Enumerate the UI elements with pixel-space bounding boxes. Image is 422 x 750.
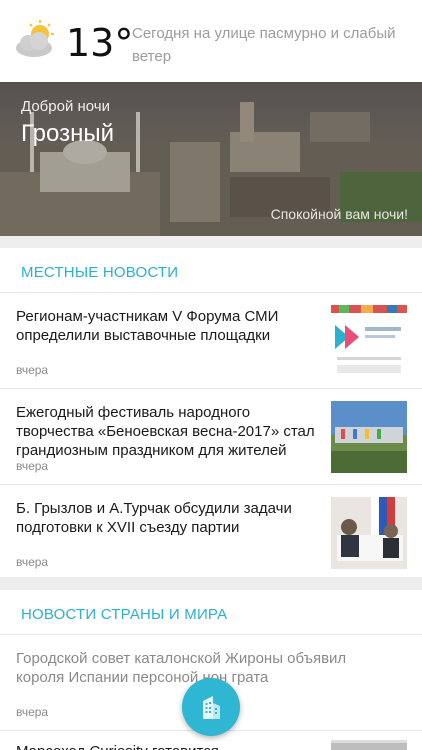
news-time: вчера — [16, 363, 49, 377]
news-thumbnail — [331, 401, 407, 473]
news-time: вчера — [16, 705, 49, 719]
news-item[interactable]: Б. Грызлов и А.Турчак обсудили задачи по… — [0, 485, 422, 581]
temperature: 13° — [66, 21, 134, 65]
city-hero-banner: Доброй ночи Грозный Спокойной вам ночи! — [0, 82, 422, 236]
greeting-wish: Спокойной вам ночи! — [270, 206, 408, 222]
section-title-local-news[interactable]: МЕСТНЫЕ НОВОСТИ — [21, 264, 178, 281]
news-title: Ежегодный фестиваль народного творчества… — [16, 404, 315, 459]
greeting-text: Доброй ночи — [21, 98, 110, 115]
weather-bar: 13° Сегодня на улице пасмурно и слабый в… — [0, 0, 422, 82]
section-title-world-news[interactable]: НОВОСТИ СТРАНЫ И МИРА — [21, 606, 227, 623]
city-name: Грозный — [21, 120, 114, 147]
city-fab-button[interactable] — [182, 678, 240, 736]
news-item[interactable]: Ежегодный фестиваль народного творчества… — [0, 389, 422, 485]
local-news-section: МЕСТНЫЕ НОВОСТИ Регионам-участникам V Фо… — [0, 248, 422, 577]
cloudy-sun-icon — [16, 20, 54, 57]
weather-description: Сегодня на улице пасмурно и слабый ветер — [132, 25, 396, 65]
news-title: Регионам-участникам V Форума СМИ определ… — [16, 308, 279, 344]
news-time: вчера — [16, 459, 49, 473]
news-thumbnail — [331, 305, 407, 377]
news-title: Марсоход Curiosity готовится — [16, 742, 316, 750]
news-item[interactable]: Регионам-участникам V Форума СМИ определ… — [0, 293, 422, 389]
news-time: вчера — [16, 555, 49, 569]
buildings-icon — [203, 696, 220, 719]
news-thumbnail — [331, 497, 407, 569]
news-title: Б. Грызлов и А.Турчак обсудили задачи по… — [16, 500, 292, 536]
news-thumbnail — [331, 740, 407, 750]
